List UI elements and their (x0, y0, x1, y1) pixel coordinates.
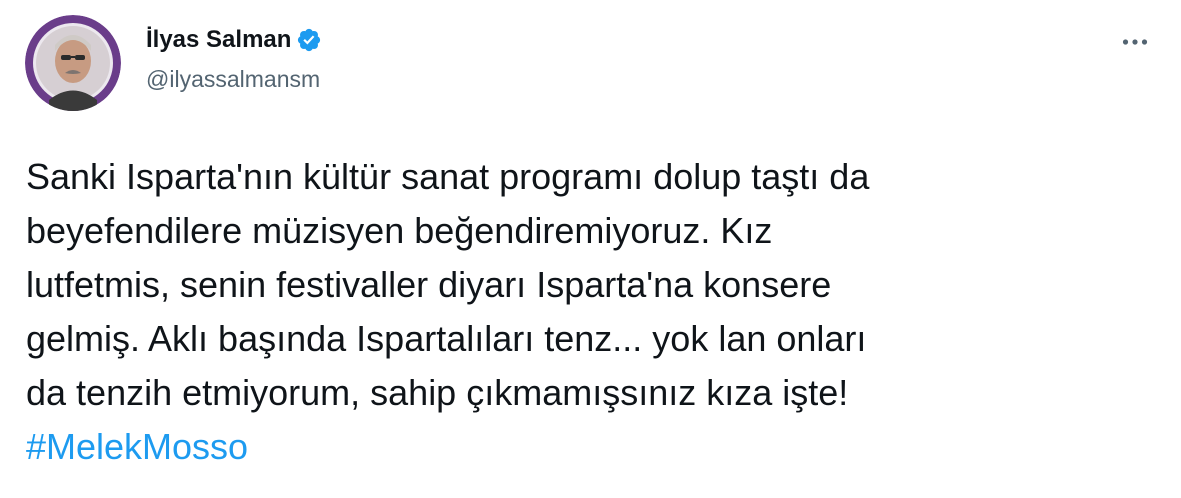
tweet-line: gelmiş. Aklı başında Ispartalıları tenz.… (26, 318, 867, 359)
verified-badge-icon (296, 27, 322, 53)
author-display-name[interactable]: İlyas Salman (146, 26, 291, 54)
author-handle[interactable]: @ilyassalmansm (146, 66, 322, 93)
avatar-image (25, 15, 121, 111)
tweet-line: da tenzih etmiyorum, sahip çıkmamışsınız… (26, 372, 849, 413)
more-options-button[interactable] (1112, 22, 1158, 62)
tweet-line: Sanki Isparta'nın kültür sanat programı … (26, 156, 870, 197)
author-avatar[interactable] (25, 15, 121, 111)
tweet-line: beyefendilere müzisyen beğendiremiyoruz.… (26, 210, 773, 251)
hashtag-link[interactable]: #MelekMosso (26, 420, 1146, 474)
tweet-text: Sanki Isparta'nın kültür sanat programı … (26, 150, 1146, 474)
more-options-icon (1122, 39, 1148, 45)
author-block: İlyas Salman @ilyassalmansm (146, 26, 322, 93)
name-row: İlyas Salman (146, 26, 322, 54)
tweet-card: İlyas Salman @ilyassalmansm Sanki Ispart… (0, 0, 1181, 498)
tweet-line: lutfetmis, senin festivaller diyarı Ispa… (26, 264, 832, 305)
